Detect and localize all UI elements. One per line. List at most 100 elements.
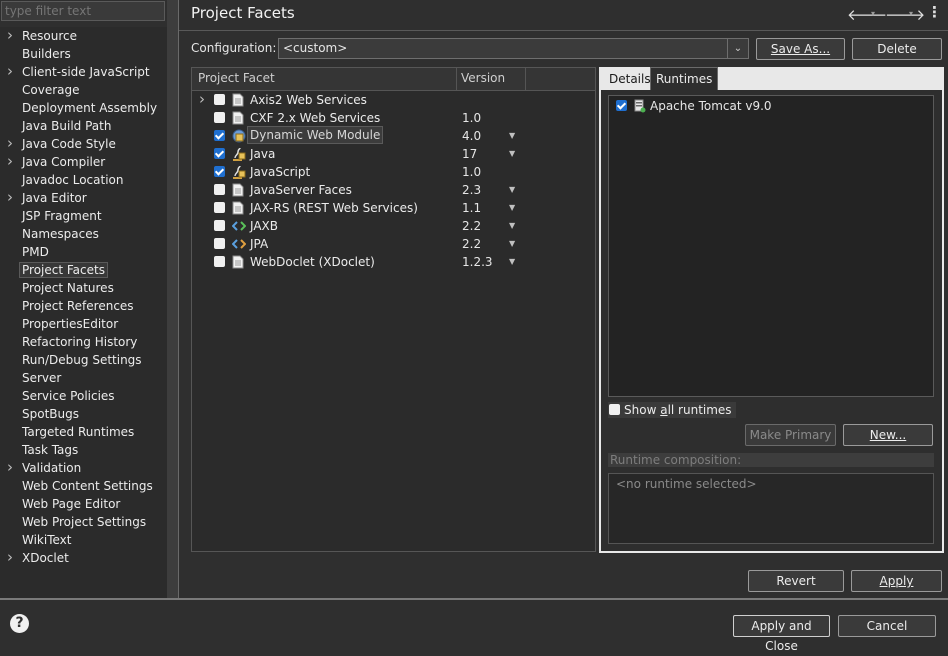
facet-version[interactable]: 2.2	[462, 235, 481, 253]
facet-version[interactable]: 1.0	[462, 163, 481, 181]
facet-checkbox[interactable]	[214, 94, 225, 105]
column-separator[interactable]	[525, 68, 526, 90]
column-project-facet[interactable]: Project Facet	[198, 71, 275, 85]
delete-button[interactable]: Delete	[852, 38, 942, 60]
nav-item[interactable]: Project Facets	[19, 261, 108, 279]
version-dropdown-icon[interactable]: ▼	[509, 145, 515, 163]
runtimes-list[interactable]: Apache Tomcat v9.0	[608, 95, 934, 397]
nav-item[interactable]: Run/Debug Settings	[22, 351, 142, 369]
save-as-button[interactable]: Save As...	[756, 38, 845, 60]
nav-item[interactable]: › Java Editor	[7, 188, 87, 207]
nav-item[interactable]: Web Content Settings	[22, 477, 153, 495]
chevron-right-icon[interactable]: ›	[7, 62, 17, 80]
nav-item[interactable]: JSP Fragment	[22, 207, 102, 225]
column-separator[interactable]	[456, 68, 457, 90]
back-arrow-icon[interactable]: 🡐	[847, 5, 887, 24]
runtime-checkbox[interactable]	[616, 100, 627, 111]
nav-splitter[interactable]	[167, 0, 178, 598]
column-version[interactable]: Version	[461, 71, 505, 85]
nav-item[interactable]: Namespaces	[22, 225, 99, 243]
nav-item[interactable]: Coverage	[22, 81, 80, 99]
chevron-right-icon[interactable]: ›	[7, 26, 17, 44]
nav-item[interactable]: WikiText	[22, 531, 72, 549]
tab-details[interactable]: Details	[604, 68, 656, 90]
facet-checkbox[interactable]	[214, 184, 225, 195]
version-dropdown-icon[interactable]: ▼	[509, 235, 515, 253]
nav-item[interactable]: Refactoring History	[22, 333, 137, 351]
facet-version[interactable]: 1.2.3	[462, 253, 493, 271]
facet-version[interactable]: 1.0	[462, 109, 481, 127]
nav-item[interactable]: Targeted Runtimes	[22, 423, 134, 441]
forward-dropdown-icon[interactable]: ▾	[909, 9, 913, 18]
apply-button[interactable]: Apply	[851, 570, 942, 592]
nav-item[interactable]: Web Page Editor	[22, 495, 120, 513]
table-row[interactable]: › Axis2 Web Services	[192, 90, 595, 109]
table-row[interactable]: JAX-RS (REST Web Services) 1.1 ▼	[192, 199, 595, 217]
show-all-checkbox-box[interactable]	[609, 404, 620, 415]
chevron-right-icon[interactable]: ›	[7, 152, 17, 170]
chevron-right-icon[interactable]: ›	[7, 134, 17, 152]
version-dropdown-icon[interactable]: ▼	[509, 217, 515, 235]
tab-runtimes[interactable]: Runtimes	[650, 67, 719, 91]
facet-version[interactable]: 1.1	[462, 199, 481, 217]
nav-item[interactable]: Task Tags	[22, 441, 78, 459]
nav-item[interactable]: Java Build Path	[22, 117, 111, 135]
nav-item[interactable]: Server	[22, 369, 61, 387]
nav-item[interactable]: › Java Code Style	[7, 134, 116, 153]
nav-item[interactable]: SpotBugs	[22, 405, 79, 423]
table-row[interactable]: CXF 2.x Web Services 1.0	[192, 109, 595, 127]
nav-item[interactable]: › XDoclet	[7, 548, 69, 567]
facet-checkbox[interactable]	[214, 166, 225, 177]
nav-item[interactable]: Project References	[22, 297, 134, 315]
facet-version[interactable]: 4.0	[462, 127, 481, 145]
configuration-combo[interactable]: <custom> ⌄	[278, 38, 749, 59]
help-icon[interactable]: ?	[10, 614, 29, 633]
chevron-right-icon[interactable]: ›	[7, 458, 17, 476]
facet-version[interactable]: 17	[462, 145, 477, 163]
table-row[interactable]: JPA 2.2 ▼	[192, 235, 595, 253]
nav-item[interactable]: › Validation	[7, 458, 81, 477]
facets-table[interactable]: Project Facet Version › Axis2 Web Service…	[191, 67, 596, 552]
make-primary-button[interactable]: Make Primary	[745, 424, 836, 446]
new-runtime-button[interactable]: New...	[843, 424, 933, 446]
chevron-down-icon[interactable]: ⌄	[727, 39, 748, 58]
facet-checkbox[interactable]	[214, 202, 225, 213]
filter-input[interactable]	[1, 1, 165, 21]
facet-checkbox[interactable]	[214, 220, 225, 231]
nav-item[interactable]: Javadoc Location	[22, 171, 123, 189]
list-item[interactable]: Apache Tomcat v9.0	[609, 97, 909, 115]
cancel-button[interactable]: Cancel	[838, 615, 936, 637]
nav-item[interactable]: Deployment Assembly	[22, 99, 157, 117]
forward-arrow-icon[interactable]: 🡒	[885, 5, 925, 24]
facet-checkbox[interactable]	[214, 256, 225, 267]
table-row[interactable]: WebDoclet (XDoclet) 1.2.3 ▼	[192, 253, 595, 271]
version-dropdown-icon[interactable]: ▼	[509, 253, 515, 271]
facet-version[interactable]: 2.2	[462, 217, 481, 235]
version-dropdown-icon[interactable]: ▼	[509, 181, 515, 199]
chevron-right-icon[interactable]: ›	[199, 90, 205, 108]
facet-checkbox[interactable]	[214, 130, 225, 141]
nav-item[interactable]: Project Natures	[22, 279, 114, 297]
nav-item[interactable]: › Resource	[7, 26, 77, 45]
nav-item[interactable]: Builders	[22, 45, 71, 63]
table-row[interactable]: JavaServer Faces 2.3 ▼	[192, 181, 595, 199]
nav-item[interactable]: PMD	[22, 243, 49, 261]
table-row[interactable]: JavaScript 1.0	[192, 163, 595, 181]
nav-item[interactable]: › Client-side JavaScript	[7, 62, 150, 81]
table-row[interactable]: JAXB 2.2 ▼	[192, 217, 595, 235]
chevron-right-icon[interactable]: ›	[7, 548, 17, 566]
facet-checkbox[interactable]	[214, 238, 225, 249]
facet-checkbox[interactable]	[214, 112, 225, 123]
version-dropdown-icon[interactable]: ▼	[509, 199, 515, 217]
facet-checkbox[interactable]	[214, 148, 225, 159]
table-row[interactable]: Dynamic Web Module 4.0 ▼	[192, 126, 595, 145]
nav-item[interactable]: › Java Compiler	[7, 152, 105, 171]
chevron-right-icon[interactable]: ›	[7, 188, 17, 206]
nav-item[interactable]: PropertiesEditor	[22, 315, 118, 333]
nav-item[interactable]: Service Policies	[22, 387, 115, 405]
revert-button[interactable]: Revert	[748, 570, 844, 592]
nav-item[interactable]: Web Project Settings	[22, 513, 146, 531]
table-row[interactable]: Java 17 ▼	[192, 145, 595, 163]
show-all-runtimes-checkbox[interactable]: Show all runtimes	[608, 402, 736, 418]
version-dropdown-icon[interactable]: ▼	[509, 127, 515, 145]
